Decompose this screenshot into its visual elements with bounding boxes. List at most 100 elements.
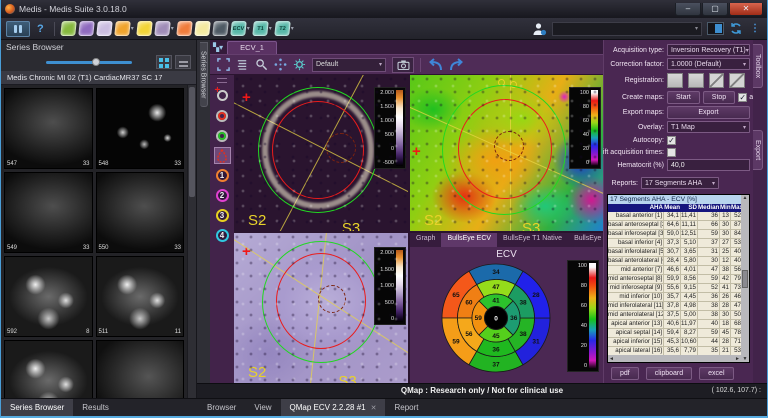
user-admin-icon[interactable] — [532, 22, 547, 36]
table-row[interactable]: basal inferior [4]37,35,10372753 — [608, 239, 741, 248]
tab-ecv-1[interactable]: ECV_1 — [227, 41, 277, 54]
series-browser-vertical-tab[interactable]: Series Browser — [200, 42, 208, 107]
bullseye-tab-bullseye-ecv[interactable]: BullsEye ECV — [441, 233, 497, 247]
fit-to-view-icon[interactable] — [217, 58, 230, 71]
pan-icon[interactable] — [274, 58, 287, 71]
app-t2-icon[interactable]: T2▾ — [275, 21, 294, 36]
dropdown-caret-icon[interactable]: ▾ — [269, 25, 272, 32]
apps-menu-button[interactable] — [6, 21, 30, 37]
table-row[interactable]: mid anterior [7]46,64,01473856 — [608, 266, 741, 275]
table-row[interactable]: apical lateral [16]35,67,79352153 — [608, 347, 741, 355]
point-3-button[interactable]: 3 — [214, 207, 231, 224]
help-button[interactable]: ? — [37, 23, 44, 35]
dropdown-caret-icon[interactable]: ▾ — [171, 25, 174, 32]
thumbnail-size-slider[interactable] — [46, 61, 132, 64]
point-4-button[interactable]: 4 — [214, 227, 231, 244]
series-thumbnail[interactable]: 51111 — [96, 256, 185, 337]
acquisition-type-combo[interactable]: Inversion Recovery (T1)▾ — [667, 44, 750, 56]
app-qmass-icon[interactable] — [61, 21, 76, 36]
table-row[interactable]: apical septal [14]59,48,27594578 — [608, 329, 741, 338]
vertical-tab-toolbox[interactable]: Toolbox — [753, 44, 763, 88]
app-ecv-icon[interactable]: ECV▾ — [231, 21, 250, 36]
excel-export-button[interactable]: excel — [699, 367, 733, 380]
export-maps-button[interactable]: Export — [667, 106, 750, 119]
layout-button[interactable] — [707, 22, 724, 35]
grid-view-button[interactable] — [156, 55, 172, 69]
bullseye-tab-graph[interactable]: Graph — [410, 233, 441, 247]
app-grayviolet-icon[interactable]: ▾ — [155, 21, 174, 36]
maximize-button[interactable]: ▢ — [702, 3, 728, 16]
app-qflow-icon[interactable] — [79, 21, 94, 36]
table-row[interactable]: mid inferolateral [11]37,84,98382847 — [608, 302, 741, 311]
viewport-t1-map[interactable]: + S2 S3 2.0001.5001.0005000-500 — [234, 75, 408, 231]
registration-affine-button[interactable] — [709, 73, 725, 88]
stop-button[interactable]: Stop — [703, 91, 735, 104]
registration-deformable-button[interactable] — [729, 73, 745, 88]
table-row[interactable]: basal inferolateral [5]30,73,65312540 — [608, 248, 741, 257]
app-tab-qmap-ecv-2-2-28-1[interactable]: QMap ECV 2.2.28 #1✕ — [281, 399, 386, 416]
table-horizontal-scrollbar[interactable]: ◄► — [608, 355, 741, 362]
app-yellow-icon[interactable] — [137, 21, 152, 36]
dropdown-caret-icon[interactable]: ▾ — [131, 25, 134, 32]
view-list-icon[interactable]: ▚▾ — [213, 42, 223, 54]
thumbnail-scrollbar[interactable] — [187, 85, 196, 398]
table-row[interactable]: basal anteroseptal [2]64,611,11663087 — [608, 221, 741, 230]
patient-tab[interactable]: Medis Chronic MI 02 (T1) CardiacMR37 SC … — [1, 71, 196, 85]
blood-pool-tool-button[interactable] — [214, 147, 231, 164]
close-button[interactable]: ✕ — [729, 3, 763, 16]
table-row[interactable]: basal inferoseptal [3]59,012,51593084 — [608, 230, 741, 239]
app-paleyellow-icon[interactable] — [195, 21, 210, 36]
series-thumbnail[interactable]: 5928 — [4, 256, 93, 337]
dropdown-caret-icon[interactable]: ▾ — [247, 25, 250, 32]
epi-contour-tool-button[interactable] — [214, 127, 231, 144]
app-tab-view[interactable]: View — [245, 399, 280, 416]
bullseye-tab-bullseye-t1-post[interactable]: BullsEye T1 Post — [568, 233, 603, 247]
tool-strip-handle[interactable] — [217, 78, 227, 83]
list-view-button[interactable] — [175, 55, 191, 69]
app-export-icon[interactable] — [213, 21, 228, 36]
preset-combo[interactable]: Default▾ — [312, 58, 386, 72]
tab-close-icon[interactable]: ✕ — [371, 405, 377, 412]
settings-gear-icon[interactable] — [293, 58, 306, 71]
autocopy-checkbox[interactable]: ✓ — [667, 136, 676, 145]
series-thumbnail[interactable]: 5121 — [4, 340, 93, 398]
footer-tab-results[interactable]: Results — [73, 399, 118, 416]
app-amber-icon[interactable]: ▾ — [115, 21, 134, 36]
patient-search-combo[interactable]: ▾ — [552, 22, 702, 36]
series-thumbnail[interactable]: 51333 — [96, 340, 185, 398]
table-row[interactable]: basal anterior [1]34,111,41361352 — [608, 212, 741, 221]
shift-acquisition-checkbox[interactable] — [667, 148, 676, 157]
pdf-export-button[interactable]: pdf — [611, 367, 639, 380]
table-row[interactable]: mid inferoseptal [9]55,69,15524173 — [608, 284, 741, 293]
viewport-t1-native[interactable]: + S2 S3 100806040200 — [410, 75, 603, 231]
app-t1-icon[interactable]: T1▾ — [253, 21, 272, 36]
point-2-button[interactable]: 2 — [214, 187, 231, 204]
snapshot-camera-icon[interactable] — [392, 57, 414, 73]
dropdown-caret-icon[interactable]: ▾ — [291, 25, 294, 32]
table-row[interactable]: mid anteroseptal [8]59,98,56594279 — [608, 275, 741, 284]
overlay-combo[interactable]: T1 Map▾ — [667, 121, 750, 133]
stack-icon[interactable] — [236, 58, 249, 71]
series-thumbnail[interactable]: 54933 — [4, 172, 93, 253]
registration-rigid-button[interactable] — [688, 73, 704, 88]
sync-button[interactable] — [729, 22, 743, 35]
registration-none-button[interactable] — [667, 73, 683, 88]
start-button[interactable]: Start — [667, 91, 700, 104]
table-row[interactable]: apical inferior [15]45,310,60442871 — [608, 338, 741, 347]
minimize-button[interactable]: – — [675, 3, 701, 16]
correction-factor-combo[interactable]: 1.0000 (Default)▾ — [667, 58, 750, 70]
series-thumbnail[interactable]: 54733 — [4, 88, 93, 169]
reports-combo[interactable]: 17 Segments AHA▾ — [641, 177, 719, 189]
app-orange-icon[interactable] — [177, 21, 192, 36]
table-row[interactable]: apical anterior [13]40,611,97401868 — [608, 320, 741, 329]
overflow-menu-button[interactable]: ⋮ — [748, 23, 762, 34]
auto-checkbox[interactable]: ✓ — [738, 93, 747, 102]
table-row[interactable]: basal anterolateral [6]28,45,80301240 — [608, 257, 741, 266]
hematocrit-input[interactable]: 40,0 — [667, 159, 750, 171]
undo-icon[interactable] — [427, 58, 443, 71]
app-tab-report[interactable]: Report — [385, 399, 427, 416]
bullseye-tab-bullseye-t1-native[interactable]: BullsEye T1 Native — [497, 233, 568, 247]
magnifier-icon[interactable] — [255, 58, 268, 71]
viewport-t1-post[interactable]: + S2 S3 2.0001.5001.0005000 — [234, 233, 408, 383]
redo-icon[interactable] — [449, 58, 465, 71]
